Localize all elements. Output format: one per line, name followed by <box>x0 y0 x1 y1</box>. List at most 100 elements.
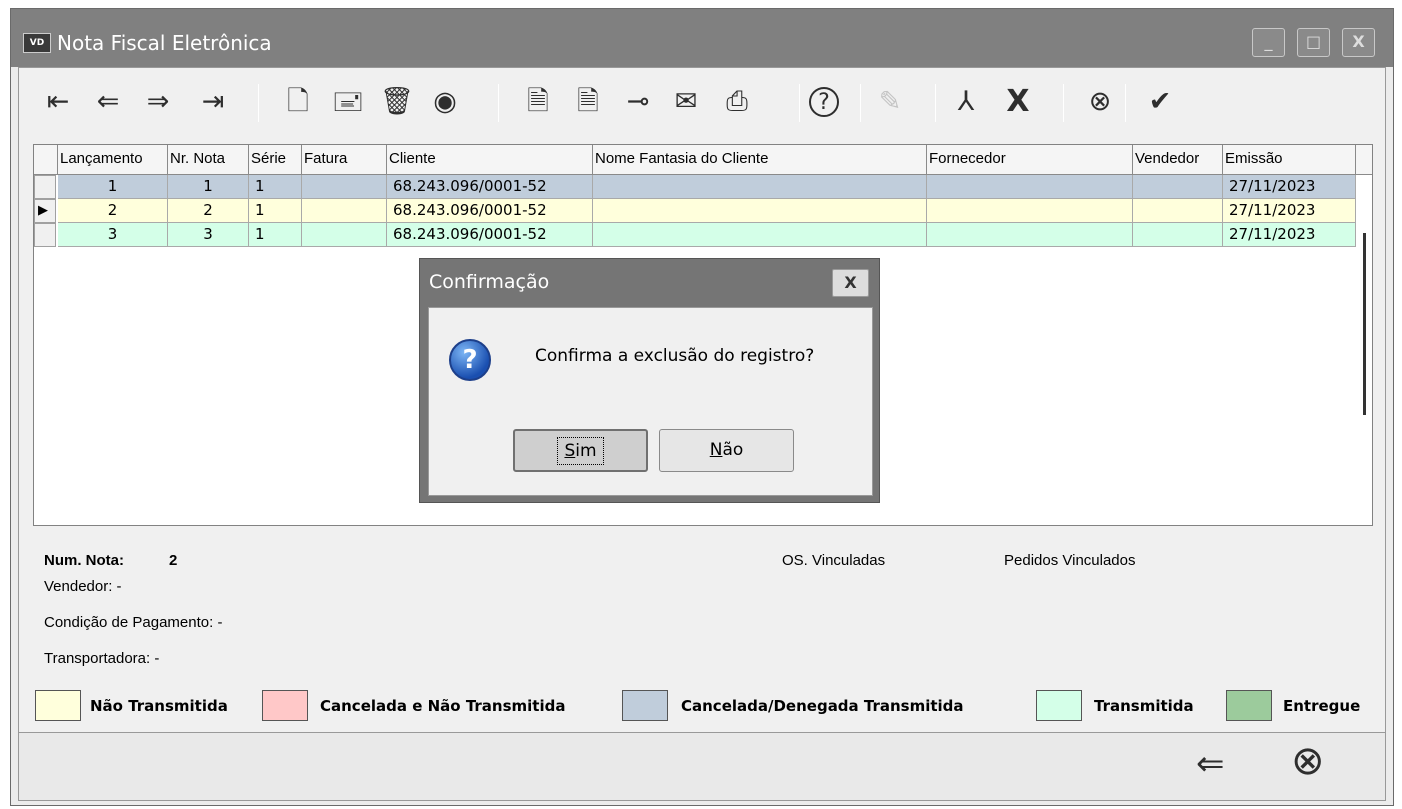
toolbar-separator <box>258 84 259 122</box>
cell-cliente[interactable]: 68.243.096/0001-52 <box>387 175 593 199</box>
transmit-signal-icon[interactable]: ⊸ <box>620 84 656 120</box>
no-button[interactable]: Não <box>659 429 794 472</box>
toolbar-separator <box>935 84 936 122</box>
document-action-icon[interactable]: 🗎 <box>570 84 606 120</box>
cancel-document-icon[interactable]: 🗎 <box>520 84 556 120</box>
row-indicator[interactable]: ▶ <box>34 199 56 223</box>
edit-disabled-icon: ✎ <box>878 86 902 117</box>
xml-x-icon[interactable]: X <box>1000 84 1036 120</box>
toolbar-separator <box>1063 84 1064 122</box>
column-header-nr-nota[interactable]: Nr. Nota <box>168 145 249 174</box>
cancel-circle-icon[interactable]: ⊗ <box>1082 84 1118 120</box>
window-title: Nota Fiscal Eletrônica <box>57 31 272 55</box>
yes-button-focus: Sim <box>557 437 604 465</box>
cell-emissao[interactable]: 27/11/2023 <box>1223 199 1356 223</box>
question-icon: ? <box>449 339 491 381</box>
cell-nr-nota[interactable]: 2 <box>168 199 249 223</box>
cell-vendedor[interactable] <box>1133 199 1223 223</box>
grid-header: Lançamento Nr. Nota Série Fatura Cliente… <box>34 145 1372 175</box>
cell-nome-fantasia[interactable] <box>593 199 927 223</box>
yes-button[interactable]: Sim <box>513 429 648 472</box>
dialog-title: Confirmação <box>429 271 550 293</box>
cell-fornecedor[interactable] <box>927 223 1133 247</box>
cell-fatura[interactable] <box>302 223 387 247</box>
pedidos-vinculados-label: Pedidos Vinculados <box>1004 552 1136 569</box>
vendedor-info: Vendedor: - <box>44 578 122 595</box>
num-nota-value: 2 <box>169 552 178 569</box>
window-close-button[interactable]: X <box>1342 28 1375 57</box>
column-header-fatura[interactable]: Fatura <box>302 145 387 174</box>
maximize-button[interactable]: □ <box>1297 28 1330 57</box>
table-row[interactable]: 3 3 1 68.243.096/0001-52 27/11/2023 <box>34 223 1356 247</box>
cell-cliente[interactable]: 68.243.096/0001-52 <box>387 223 593 247</box>
row-indicator[interactable] <box>34 223 56 247</box>
previous-record-icon[interactable]: ⇐ <box>90 84 126 120</box>
dialog-close-button[interactable]: X <box>832 269 869 297</box>
cell-emissao[interactable]: 27/11/2023 <box>1223 175 1356 199</box>
legend-label-cancelada-nao-transmitida: Cancelada e Não Transmitida <box>320 697 566 715</box>
table-row[interactable]: ▶ 2 2 1 68.243.096/0001-52 27/11/2023 <box>34 199 1356 223</box>
legend-swatch-nao-transmitida <box>35 690 81 721</box>
dialog-message: Confirma a exclusão do registro? <box>535 346 815 366</box>
cell-nome-fantasia[interactable] <box>593 175 927 199</box>
cell-nr-nota[interactable]: 1 <box>168 175 249 199</box>
table-row[interactable]: 1 1 1 68.243.096/0001-52 27/11/2023 <box>34 175 1356 199</box>
cell-serie[interactable]: 1 <box>249 199 302 223</box>
column-header-emissao[interactable]: Emissão <box>1223 145 1356 174</box>
confirm-check-icon[interactable]: ✔ <box>1142 84 1178 120</box>
next-record-icon[interactable]: ⇒ <box>140 84 176 120</box>
pdf-icon[interactable]: ⅄ <box>948 84 984 120</box>
dialog-body: ? Confirma a exclusão do registro? Sim N… <box>428 307 873 496</box>
legend-swatch-transmitida <box>1036 690 1082 721</box>
cell-fatura[interactable] <box>302 175 387 199</box>
back-arrow-icon[interactable]: ⇐ <box>1196 744 1225 784</box>
status-legend: Não Transmitida Cancelada e Não Transmit… <box>35 688 1383 724</box>
legend-swatch-entregue <box>1226 690 1272 721</box>
print-icon[interactable]: ⎙ <box>719 84 755 120</box>
legend-label-cancelada-denegada: Cancelada/Denegada Transmitida <box>681 697 964 715</box>
cell-vendedor[interactable] <box>1133 223 1223 247</box>
yes-hotkey: S <box>564 441 576 461</box>
no-hotkey: N <box>709 440 723 460</box>
cell-fornecedor[interactable] <box>927 175 1133 199</box>
title-bar[interactable]: VD Nota Fiscal Eletrônica _ □ X <box>11 9 1393 67</box>
cell-lancamento[interactable]: 1 <box>58 175 168 199</box>
email-envelope-icon[interactable]: ✉ <box>668 84 704 120</box>
toolbar-separator <box>1125 84 1126 122</box>
column-header-fornecedor[interactable]: Fornecedor <box>927 145 1133 174</box>
column-header-cliente[interactable]: Cliente <box>387 145 593 174</box>
condicao-pagamento-info: Condição de Pagamento: - <box>44 614 223 631</box>
os-vinculadas-label: OS. Vinculadas <box>782 552 886 569</box>
vertical-scrollbar[interactable] <box>1363 233 1366 415</box>
column-header-lancamento[interactable]: Lançamento <box>58 145 168 174</box>
view-eye-icon[interactable]: ◉ <box>427 84 463 120</box>
cell-vendedor[interactable] <box>1133 175 1223 199</box>
confirm-dialog: Confirmação X ? Confirma a exclusão do r… <box>419 258 880 503</box>
legend-label-nao-transmitida: Não Transmitida <box>90 697 228 715</box>
cell-lancamento[interactable]: 3 <box>58 223 168 247</box>
column-header-vendedor[interactable]: Vendedor <box>1133 145 1223 174</box>
delete-trash-icon[interactable]: 🗑 <box>379 84 415 120</box>
cell-emissao[interactable]: 27/11/2023 <box>1223 223 1356 247</box>
cell-cliente[interactable]: 68.243.096/0001-52 <box>387 199 593 223</box>
cell-nr-nota[interactable]: 3 <box>168 223 249 247</box>
last-record-icon[interactable]: ⇥ <box>195 84 231 120</box>
help-icon[interactable]: ? <box>809 87 839 117</box>
row-indicator[interactable] <box>34 175 56 199</box>
toolbar-separator <box>860 84 861 122</box>
cell-lancamento[interactable]: 2 <box>58 199 168 223</box>
cell-fornecedor[interactable] <box>927 199 1133 223</box>
column-header-serie[interactable]: Série <box>249 145 302 174</box>
cell-serie[interactable]: 1 <box>249 175 302 199</box>
new-document-icon[interactable]: 🗋 <box>280 84 316 120</box>
close-circle-icon[interactable]: ⊗ <box>1291 738 1325 784</box>
cell-serie[interactable]: 1 <box>249 223 302 247</box>
cell-fatura[interactable] <box>302 199 387 223</box>
first-record-icon[interactable]: ⇤ <box>40 84 76 120</box>
legend-swatch-cancelada-denegada <box>622 690 668 721</box>
edit-record-icon[interactable]: 🖃 <box>330 84 366 120</box>
minimize-button[interactable]: _ <box>1252 28 1285 57</box>
column-header-nome-fantasia[interactable]: Nome Fantasia do Cliente <box>593 145 927 174</box>
num-nota-label: Num. Nota: <box>44 552 124 569</box>
cell-nome-fantasia[interactable] <box>593 223 927 247</box>
